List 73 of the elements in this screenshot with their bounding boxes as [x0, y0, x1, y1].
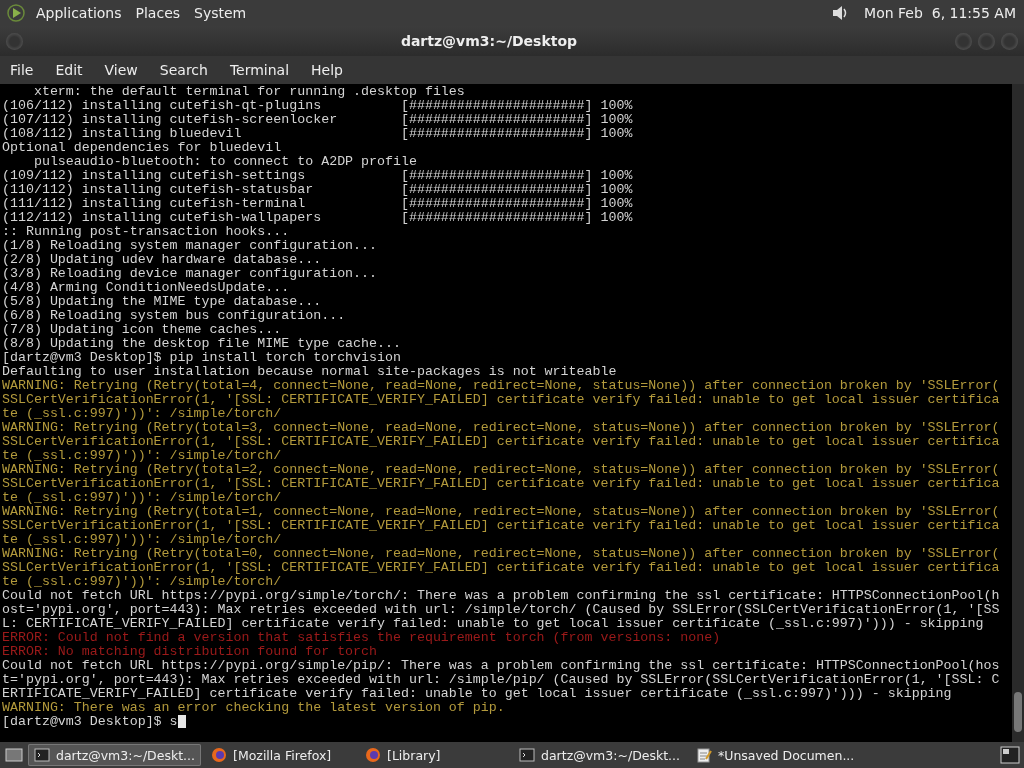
terminal-line: (2/8) Updating udev hardware database... — [2, 253, 322, 267]
scrollbar[interactable] — [1012, 84, 1024, 742]
terminal-line: ost='pypi.org', port=443): Max retries exceeded with url: /simple/torch/ (Caused by SSLError(SSLCertVerificationError(1, '[SS — [2, 603, 1000, 617]
terminal-line: (107/112) installing cutefish-screenlocker [######################] 100% — [2, 113, 633, 127]
menu-item[interactable]: Help — [311, 60, 343, 80]
text-cursor — [177, 715, 186, 728]
terminal-line: Could not fetch URL https://pypi.org/simple/torch/: There was a problem confirming the ssl certificate: HTTPSConnectionPool(h — [2, 589, 1000, 603]
terminal-line: Defaulting to user installation because normal site-packages is not writeable — [2, 365, 617, 379]
browser-icon — [211, 747, 227, 763]
menu-item[interactable]: View — [104, 60, 138, 80]
workspace-icon[interactable] — [1000, 745, 1020, 765]
terminal-line: WARNING: Retrying (Retry(total=1, connect=None, read=None, redirect=None, status=None)) after connection broken by 'SSLError( — [2, 505, 1000, 519]
terminal-line: te (_ssl.c:997)'))': /simple/torch/ — [2, 491, 282, 505]
taskbar-button[interactable]: dartz@vm3:~/Deskt... — [513, 744, 687, 766]
terminal-icon — [519, 747, 535, 763]
menu-item[interactable]: Edit — [55, 60, 83, 80]
terminal-line: (4/8) Arming ConditionNeedsUpdate... — [2, 281, 290, 295]
terminal-line: te (_ssl.c:997)'))': /simple/torch/ — [2, 533, 282, 547]
terminal-line: (111/112) installing cutefish-terminal [######################] 100% — [2, 197, 633, 211]
panel-menu[interactable]: Applications — [36, 5, 122, 21]
terminal-line: SSLCertVerificationError(1, '[SSL: CERTIFICATE_VERIFY_FAILED] certificate verify failed: unable to get local issuer certifica — [2, 561, 1000, 575]
terminal-line: te (_ssl.c:997)'))': /simple/torch/ — [2, 407, 282, 421]
terminal-line: (110/112) installing cutefish-statusbar [######################] 100% — [2, 183, 633, 197]
play-logo-icon[interactable] — [6, 3, 26, 23]
menu-item[interactable]: Terminal — [229, 60, 290, 80]
show-desktop-icon[interactable] — [4, 745, 24, 765]
terminal-line: (3/8) Reloading device manager configuration... — [2, 267, 378, 281]
terminal-line: (112/112) installing cutefish-wallpapers [######################] 100% — [2, 211, 633, 225]
terminal-line: WARNING: There was an error checking the latest version of pip. — [2, 701, 505, 715]
terminal-line: ERTIFICATE_VERIFY_FAILED] certificate verify failed: unable to get local issuer certificate (_ssl.c:997)'))) - skipping — [2, 687, 952, 701]
terminal-line: (108/112) installing bluedevil [######################] 100% — [2, 127, 633, 141]
terminal-line: xterm: the default terminal for running .desktop files — [32, 85, 465, 99]
terminal-line: SSLCertVerificationError(1, '[SSL: CERTIFICATE_VERIFY_FAILED] certificate verify failed: unable to get local issuer certifica — [2, 519, 1000, 533]
terminal-line: ERROR: No matching distribution found for torch — [2, 645, 378, 659]
terminal-line: t='pypi.org', port=443): Max retries exceeded with url: /simple/pip/ (Caused by SSLError(SSLCertVerificationError(1, '[SSL: C — [2, 673, 1000, 687]
taskbar-button[interactable]: [Library] — [359, 744, 509, 766]
terminal-line: WARNING: Retrying (Retry(total=3, connect=None, read=None, redirect=None, status=None)) after connection broken by 'SSLError( — [2, 421, 1000, 435]
terminal-line: SSLCertVerificationError(1, '[SSL: CERTIFICATE_VERIFY_FAILED] certificate verify failed: unable to get local issuer certifica — [2, 435, 1000, 449]
taskbar-button[interactable]: [Mozilla Firefox] — [205, 744, 355, 766]
terminal-line: WARNING: Retrying (Retry(total=2, connect=None, read=None, redirect=None, status=None)) after connection broken by 'SSLError( — [2, 463, 1000, 477]
terminal-line: te (_ssl.c:997)'))': /simple/torch/ — [2, 449, 282, 463]
scrollbar-thumb[interactable] — [1014, 692, 1022, 732]
terminal-line: :: Running post-transaction hooks... — [2, 225, 290, 239]
terminal-line: (1/8) Reloading system manager configuration... — [2, 239, 378, 253]
taskbar-button[interactable]: dartz@vm3:~/Deskt... — [28, 744, 201, 766]
terminal-line: SSLCertVerificationError(1, '[SSL: CERTIFICATE_VERIFY_FAILED] certificate verify failed: unable to get local issuer certifica — [2, 393, 1000, 407]
notepad-icon — [696, 747, 713, 763]
terminal-line: WARNING: Retrying (Retry(total=0, connect=None, read=None, redirect=None, status=None)) after connection broken by 'SSLError( — [2, 547, 1000, 561]
menu-item[interactable]: Search — [159, 60, 208, 80]
terminal-line: (5/8) Updating the MIME type database... — [2, 295, 322, 309]
terminal-line: (109/112) installing cutefish-settings [######################] 100% — [2, 169, 633, 183]
terminal-prompt: [dartz@vm3 Desktop]$ s — [2, 715, 178, 729]
terminal-line: (8/8) Updating the desktop file MIME type cache... — [2, 337, 401, 351]
terminal-line: L: CERTIFICATE_VERIFY_FAILED] certificate verify failed: unable to get local issuer certificate (_ssl.c:997)'))) - skipping — [2, 617, 984, 631]
terminal-line: WARNING: Retrying (Retry(total=4, connect=None, read=None, redirect=None, status=None)) after connection broken by 'SSLError( — [2, 379, 1000, 393]
browser-icon — [365, 747, 381, 763]
terminal-line: te (_ssl.c:997)'))': /simple/torch/ — [2, 575, 282, 589]
window-title: dartz@vm3:~/Desktop — [399, 33, 579, 49]
clock[interactable]: Mon Feb 6, 11:55 AM — [864, 5, 1016, 21]
terminal-line: [dartz@vm3 Desktop]$ pip install torch torchvision — [2, 351, 401, 365]
terminal-line: SSLCertVerificationError(1, '[SSL: CERTIFICATE_VERIFY_FAILED] certificate verify failed: unable to get local issuer certifica — [2, 477, 1000, 491]
panel-menu[interactable]: Places — [135, 5, 181, 21]
terminal-line: pulseaudio-bluetooth: to connect to A2DP profile — [32, 155, 417, 169]
terminal-line: (7/8) Updating icon theme caches... — [2, 323, 282, 337]
terminal-line: Could not fetch URL https://pypi.org/simple/pip/: There was a problem confirming the ssl certificate: HTTPSConnectionPool(hos — [2, 659, 1000, 673]
terminal-line: Optional dependencies for bluedevil — [2, 141, 282, 155]
taskbar-button[interactable]: *Unsaved Documen... — [690, 744, 861, 766]
terminal-line: ERROR: Could not find a version that satisfies the requirement torch (from versions: none) — [2, 631, 721, 645]
panel-menu[interactable]: System — [194, 5, 247, 21]
terminal-line: (106/112) installing cutefish-qt-plugins [######################] 100% — [2, 99, 633, 113]
terminal-icon — [34, 747, 50, 763]
terminal-line: (6/8) Reloading system bus configuration... — [2, 309, 346, 323]
menu-item[interactable]: File — [10, 60, 34, 80]
